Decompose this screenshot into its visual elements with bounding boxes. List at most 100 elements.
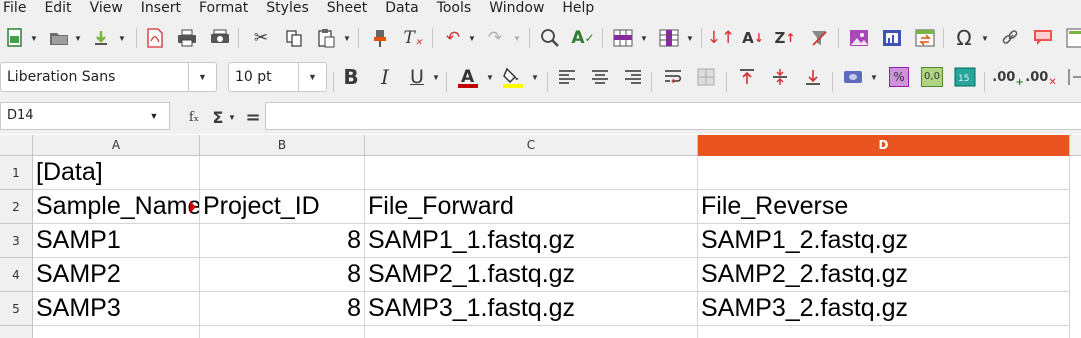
row-dropdown-icon[interactable]: ▼ — [639, 24, 649, 52]
copy-icon[interactable] — [281, 24, 307, 52]
date-format-icon[interactable]: 15 — [952, 63, 978, 91]
column-header-c[interactable]: C — [365, 135, 698, 156]
spelling-icon[interactable]: A ✓ — [570, 24, 596, 52]
sum-dropdown-icon[interactable]: ▼ — [227, 103, 237, 131]
row-header-4[interactable]: 4 — [0, 258, 33, 292]
column-dropdown-icon[interactable]: ▼ — [685, 24, 695, 52]
menu-sheet[interactable]: Sheet — [324, 0, 367, 16]
align-center-icon[interactable] — [587, 63, 613, 91]
font-size-box[interactable]: 10 pt ▼ — [228, 62, 327, 92]
redo-icon[interactable]: ↷ — [482, 24, 508, 52]
wrap-text-icon[interactable] — [660, 63, 686, 91]
cell-d5[interactable]: SAMP3_2.fastq.gz — [698, 292, 1070, 326]
redo-dropdown-icon[interactable]: ▼ — [512, 24, 522, 52]
highlight-color-icon[interactable] — [500, 63, 526, 91]
align-bottom-icon[interactable] — [800, 63, 826, 91]
percent-format-button[interactable]: % — [886, 63, 912, 91]
currency-dropdown-icon[interactable]: ▼ — [869, 63, 879, 91]
cell-a5[interactable]: SAMP3 — [33, 292, 200, 326]
select-all-corner[interactable] — [0, 135, 33, 156]
cell-b3[interactable]: 8 — [200, 224, 365, 258]
cell-d1[interactable] — [698, 156, 1070, 190]
name-box-dropdown-icon[interactable]: ▼ — [139, 103, 169, 129]
center-vertically-icon[interactable] — [767, 63, 793, 91]
cell-c4[interactable]: SAMP2_1.fastq.gz — [365, 258, 698, 292]
headers-footers-icon[interactable] — [1062, 24, 1081, 52]
menu-tools[interactable]: Tools — [434, 0, 472, 16]
formula-icon[interactable]: = — [240, 103, 266, 131]
undo-icon[interactable]: ↶ — [440, 24, 466, 52]
bold-button[interactable]: B — [338, 63, 364, 91]
cell-c2[interactable]: File_Forward — [365, 190, 698, 224]
font-name-dropdown-icon[interactable]: ▼ — [188, 63, 216, 91]
row-header-5[interactable]: 5 — [0, 292, 33, 326]
row-icon[interactable] — [610, 24, 636, 52]
print-preview-icon[interactable] — [207, 24, 233, 52]
cell-a6[interactable] — [33, 326, 200, 338]
special-character-icon[interactable]: Ω — [951, 24, 977, 52]
save-icon[interactable] — [88, 24, 114, 52]
column-icon[interactable] — [656, 24, 682, 52]
clone-formatting-icon[interactable] — [367, 24, 393, 52]
new-dropdown-icon[interactable]: ▼ — [29, 24, 39, 52]
row-header-1[interactable]: 1 — [0, 156, 33, 190]
row-header-2[interactable]: 2 — [0, 190, 33, 224]
pivot-table-icon[interactable] — [912, 24, 938, 52]
insert-chart-icon[interactable] — [879, 24, 905, 52]
name-box[interactable]: D14 ▼ — [0, 102, 170, 130]
menu-file[interactable]: File — [0, 0, 26, 16]
font-size-dropdown-icon[interactable]: ▼ — [298, 63, 326, 91]
comment-icon[interactable] — [1030, 24, 1056, 52]
open-dropdown-icon[interactable]: ▼ — [73, 24, 83, 52]
cell-b5[interactable]: 8 — [200, 292, 365, 326]
cell-b4[interactable]: 8 — [200, 258, 365, 292]
insert-image-icon[interactable] — [846, 24, 872, 52]
undo-dropdown-icon[interactable]: ▼ — [467, 24, 477, 52]
sort-icon[interactable]: ↓↑ — [707, 24, 736, 52]
cell-d6[interactable] — [698, 326, 1070, 338]
menu-format[interactable]: Format — [196, 0, 248, 16]
sort-ascending-icon[interactable]: A ↓ — [740, 24, 766, 52]
autofilter-icon[interactable] — [806, 24, 832, 52]
menu-edit[interactable]: Edit — [41, 0, 71, 16]
highlight-dropdown-icon[interactable]: ▼ — [530, 63, 540, 91]
new-spreadsheet-icon[interactable] — [2, 24, 28, 52]
font-color-dropdown-icon[interactable]: ▼ — [485, 63, 495, 91]
hyperlink-icon[interactable] — [997, 24, 1023, 52]
delete-decimal-button[interactable]: .00 ✕ — [1025, 63, 1056, 91]
cell-c5[interactable]: SAMP3_1.fastq.gz — [365, 292, 698, 326]
align-top-icon[interactable] — [734, 63, 760, 91]
underline-dropdown-icon[interactable]: ▼ — [431, 63, 441, 91]
italic-button[interactable]: I — [372, 63, 398, 91]
font-name-box[interactable]: Liberation Sans ▼ — [0, 62, 217, 92]
column-header-d[interactable]: D — [698, 135, 1070, 156]
function-wizard-icon[interactable]: fₓ — [181, 103, 207, 131]
special-character-dropdown-icon[interactable]: ▼ — [980, 24, 990, 52]
font-color-icon[interactable]: A — [455, 63, 481, 91]
cell-c1[interactable] — [365, 156, 698, 190]
cell-d2[interactable]: File_Reverse — [698, 190, 1070, 224]
sort-descending-icon[interactable]: Z ↑ — [772, 24, 798, 52]
menu-insert[interactable]: Insert — [138, 0, 181, 16]
column-header-e[interactable] — [1070, 135, 1081, 156]
more-options-icon[interactable] — [1062, 63, 1081, 91]
menu-window[interactable]: Window — [486, 0, 544, 16]
cell-b1[interactable] — [200, 156, 365, 190]
clear-formatting-icon[interactable]: T ✕ — [400, 24, 426, 52]
currency-format-icon[interactable] — [840, 63, 866, 91]
align-left-icon[interactable] — [554, 63, 580, 91]
add-decimal-button[interactable]: .00 + — [992, 63, 1023, 91]
paste-icon[interactable] — [313, 24, 339, 52]
cell-a3[interactable]: SAMP1 — [33, 224, 200, 258]
cell-b6[interactable] — [200, 326, 365, 338]
cell-b2[interactable]: Project_ID — [200, 190, 365, 224]
cell-d3[interactable]: SAMP1_2.fastq.gz — [698, 224, 1070, 258]
merge-cells-icon[interactable] — [693, 63, 719, 91]
open-folder-icon[interactable] — [46, 24, 72, 52]
export-pdf-icon[interactable] — [142, 24, 168, 52]
formula-input[interactable] — [265, 102, 1081, 130]
align-right-icon[interactable] — [620, 63, 646, 91]
menu-help[interactable]: Help — [559, 0, 594, 16]
cell-c3[interactable]: SAMP1_1.fastq.gz — [365, 224, 698, 258]
cell-a2[interactable]: Sample_Name — [33, 190, 200, 224]
